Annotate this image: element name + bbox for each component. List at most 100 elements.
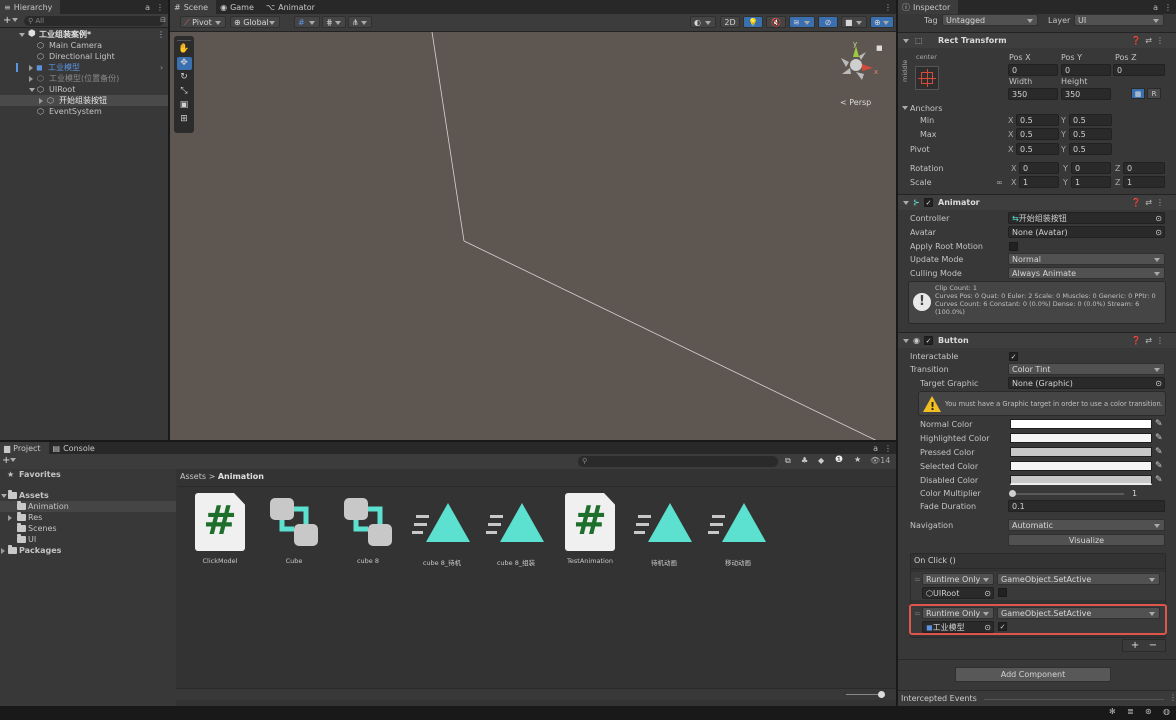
controller-field[interactable]: ⇆开始组装按钮 ⊙ — [1008, 212, 1165, 224]
function-dropdown[interactable]: GameObject.SetActive — [997, 573, 1160, 585]
tab-console[interactable]: ▤ Console — [49, 442, 103, 454]
runtime-mode-dropdown[interactable]: Runtime Only — [922, 607, 994, 619]
apply-root-motion-checkbox[interactable] — [1009, 240, 1018, 253]
bug-icon[interactable]: ✻ — [1109, 707, 1116, 716]
kebab-menu-icon[interactable]: ⋮ — [884, 3, 892, 12]
runtime-mode-dropdown[interactable]: Runtime Only — [922, 573, 994, 585]
breadcrumb-assets[interactable]: Assets — [180, 472, 206, 481]
audio-toggle[interactable]: 🔇 — [766, 16, 786, 28]
hierarchy-scene-row[interactable]: ⬢ 工业组装案例* ⋮ — [0, 29, 168, 40]
tag-dropdown[interactable]: Untagged — [942, 14, 1038, 26]
grid-snap-button[interactable]: # — [294, 16, 320, 28]
tab-game[interactable]: ◉ Game — [216, 0, 262, 14]
create-asset-button[interactable]: + — [2, 455, 17, 466]
packages-row[interactable]: Packages — [0, 545, 176, 556]
event-target-object-field[interactable]: ◼工业模型 ⊙ — [922, 621, 994, 633]
animator-header[interactable]: ⊱ ✓ Animator ❓⇄⋮ — [898, 194, 1176, 210]
height-field[interactable]: 350 — [1061, 88, 1111, 100]
target-graphic-field[interactable]: None (Graphic) ⊙ — [1008, 377, 1165, 389]
selected-color-swatch[interactable] — [1010, 461, 1152, 471]
component-menu-icons[interactable]: ❓⇄⋮ — [1131, 33, 1168, 49]
color-multiplier-slider-track[interactable] — [1012, 493, 1124, 495]
update-mode-dropdown[interactable]: Normal — [1008, 253, 1165, 265]
anchor-max-x-field[interactable]: 0.5 — [1016, 128, 1059, 140]
object-picker-icon[interactable]: ⊙ — [1155, 213, 1162, 223]
rotate-tool-icon[interactable]: ↻ — [177, 71, 192, 84]
normal-color-swatch[interactable] — [1010, 419, 1152, 429]
hierarchy-item-eventsystem[interactable]: ⬡ EventSystem — [0, 106, 168, 117]
animator-enabled-checkbox[interactable]: ✓ — [924, 195, 933, 211]
avatar-field[interactable]: None (Avatar) ⊙ — [1008, 226, 1165, 238]
eyedropper-icon[interactable]: ✎ — [1155, 432, 1163, 445]
event-target-object-field[interactable]: ⬡UIRoot ⊙ — [922, 587, 994, 599]
shading-mode-dropdown[interactable]: ◐ — [690, 16, 716, 28]
move-tool-icon[interactable]: ✥ — [176, 57, 192, 70]
gizmos-dropdown[interactable]: ⊕ — [870, 16, 894, 28]
color-multiplier-slider-handle[interactable] — [1009, 490, 1016, 497]
tag-icon[interactable]: ◆ — [818, 456, 824, 465]
hierarchy-item-main-camera[interactable]: ⬡ Main Camera — [0, 40, 168, 51]
constrain-proportions-icon[interactable]: ∞ — [996, 176, 1003, 189]
scale-x-field[interactable]: 1 — [1019, 176, 1059, 188]
layers-icon[interactable]: ≣ — [1127, 707, 1134, 716]
rotation-y-field[interactable]: 0 — [1071, 162, 1111, 174]
object-picker-icon[interactable]: ⊙ — [984, 622, 991, 632]
rotation-x-field[interactable]: 0 — [1019, 162, 1059, 174]
disabled-color-swatch[interactable] — [1010, 475, 1152, 485]
tab-animator[interactable]: ⌥ Animator — [262, 0, 323, 14]
lock-icon[interactable]: a — [1153, 3, 1158, 12]
kebab-menu-icon[interactable]: ⋮ — [1164, 3, 1172, 12]
notifications-icon[interactable]: ◍ — [1163, 707, 1170, 716]
project-search-input[interactable]: ⚲ — [578, 456, 778, 467]
lock-icon[interactable]: a — [145, 3, 150, 12]
folder-animation[interactable]: Animation — [0, 501, 176, 512]
hierarchy-item-directional-light[interactable]: ⬡ Directional Light — [0, 51, 168, 62]
scale-y-field[interactable]: 1 — [1071, 176, 1111, 188]
culling-mode-dropdown[interactable]: Always Animate — [1008, 267, 1165, 279]
kebab-menu-icon[interactable]: ⋮ — [884, 444, 892, 453]
folder-res[interactable]: Res — [0, 512, 176, 523]
add-component-button[interactable]: Add Component — [955, 667, 1111, 682]
interactable-checkbox[interactable]: ✓ — [1009, 350, 1018, 363]
scene-menu-icon[interactable]: ⋮ — [157, 29, 165, 40]
width-field[interactable]: 350 — [1008, 88, 1058, 100]
assets-row[interactable]: Assets — [0, 490, 176, 501]
effects-dropdown[interactable]: ≋ — [789, 16, 815, 28]
hierarchy-item-uiroot[interactable]: ⬡ UIRoot — [0, 84, 168, 95]
gizmo-lock-icon[interactable]: ■ — [876, 44, 883, 52]
navigation-dropdown[interactable]: Automatic — [1008, 519, 1165, 531]
kebab-menu-icon[interactable]: ⋮ — [1169, 693, 1176, 702]
folder-scenes[interactable]: Scenes — [0, 523, 176, 534]
color-multiplier-value[interactable]: 1 — [1132, 487, 1137, 500]
snap-settings-button[interactable]: ⋔ — [348, 16, 372, 28]
2d-toggle[interactable]: 2D — [720, 16, 740, 28]
eyedropper-icon[interactable]: ✎ — [1155, 418, 1163, 431]
eyedropper-icon[interactable]: ✎ — [1155, 474, 1163, 487]
rect-transform-header[interactable]: ⬚ Rect Transform ❓⇄⋮ — [898, 32, 1176, 48]
pivot-y-field[interactable]: 0.5 — [1069, 143, 1112, 155]
function-dropdown[interactable]: GameObject.SetActive — [997, 607, 1160, 619]
search-by-label-icon[interactable]: ♣ — [801, 456, 808, 465]
scene-canvas[interactable] — [170, 32, 896, 440]
scale-tool-icon[interactable]: ⤡ — [177, 85, 192, 98]
increment-snap-button[interactable]: ⋕ — [322, 16, 346, 28]
hidden-count-badge[interactable]: 👁14 — [870, 456, 890, 465]
perspective-label[interactable]: < Persp — [840, 98, 871, 107]
favorites-row[interactable]: ★ Favorites — [0, 469, 176, 480]
eyedropper-icon[interactable]: ✎ — [1155, 446, 1163, 459]
pos-y-field[interactable]: 0 — [1061, 64, 1111, 76]
button-enabled-checkbox[interactable]: ✓ — [924, 333, 933, 349]
hierarchy-search-input[interactable]: ⚲ All ⊟ — [24, 16, 166, 26]
layer-dropdown[interactable]: UI — [1074, 14, 1164, 26]
fade-duration-field[interactable]: 0.1 — [1008, 500, 1165, 512]
hidden-objects-toggle[interactable]: ⊘ — [818, 16, 838, 28]
hierarchy-item-industrial-model[interactable]: ◼ 工业模型 › — [0, 62, 168, 73]
transform-tool-icon[interactable]: ⊞ — [177, 113, 192, 126]
component-menu-icons[interactable]: ❓⇄⋮ — [1131, 195, 1168, 211]
intercepted-events-bar[interactable]: Intercepted Events ⋮ — [898, 690, 1176, 706]
add-object-button[interactable]: + — [3, 14, 19, 28]
kebab-menu-icon[interactable]: ⋮ — [156, 3, 164, 12]
lock-icon[interactable]: a — [873, 444, 878, 453]
tab-scene[interactable]: # Scene — [170, 0, 217, 14]
pressed-color-swatch[interactable] — [1010, 447, 1152, 457]
